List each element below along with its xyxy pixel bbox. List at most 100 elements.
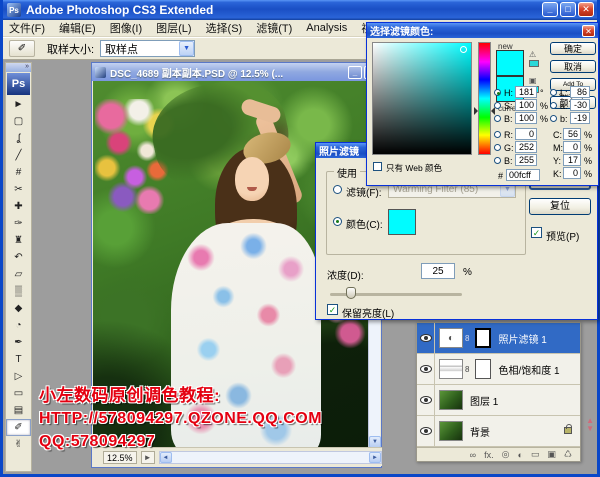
hue-marker-right[interactable]	[491, 107, 495, 115]
marquee-tool[interactable]: ▢	[6, 113, 31, 130]
gamut-warning-icon[interactable]: ⚠	[529, 51, 539, 67]
crop-tool[interactable]: #	[6, 164, 31, 181]
b2-input[interactable]: 255	[515, 154, 537, 166]
move-tool[interactable]: ►	[6, 96, 31, 113]
add-mask-icon[interactable]: ◎	[502, 449, 510, 460]
blur-tool[interactable]: ◆	[6, 300, 31, 317]
layer-style-icon[interactable]: fx.	[484, 450, 494, 460]
visibility-toggle[interactable]	[417, 354, 435, 384]
adjustment-thumbnail[interactable]	[439, 359, 463, 379]
lab-a-radio[interactable]	[550, 102, 557, 109]
b-input[interactable]: 100	[515, 112, 537, 124]
visibility-toggle[interactable]	[417, 385, 435, 415]
eraser-tool[interactable]: ▱	[6, 266, 31, 283]
layer-thumbnail[interactable]	[439, 390, 463, 410]
preserve-luminosity-checkbox[interactable]: ✓	[327, 304, 338, 315]
menu-filter[interactable]: 滤镜(T)	[256, 20, 292, 36]
red-radio[interactable]	[494, 131, 501, 138]
blue-radio[interactable]	[494, 157, 501, 164]
lab-b-input[interactable]: -19	[570, 112, 590, 124]
hand-tool[interactable]: ✌	[6, 436, 31, 453]
layer-name[interactable]: 背景	[470, 424, 490, 439]
eyedropper-preset-icon[interactable]: ✐	[9, 40, 35, 57]
delete-layer-icon[interactable]: ♺	[564, 449, 572, 460]
shape-tool[interactable]: ▭	[6, 385, 31, 402]
color-radio[interactable]	[333, 217, 342, 226]
layer-mask-thumbnail[interactable]	[475, 328, 491, 348]
menu-image[interactable]: 图像(I)	[110, 20, 142, 36]
g-input[interactable]: 252	[515, 141, 537, 153]
document-titlebar[interactable]: DSC_4689 副本副本.PSD @ 12.5% (... _ □	[92, 63, 381, 81]
saturation-radio[interactable]	[494, 102, 501, 109]
lasso-tool[interactable]: ʆ	[6, 130, 31, 147]
a-input[interactable]: -30	[570, 99, 590, 111]
saturation-brightness-field[interactable]	[372, 42, 472, 155]
reset-button[interactable]: 复位	[529, 198, 591, 215]
visibility-toggle[interactable]	[417, 323, 435, 353]
s-input[interactable]: 100	[515, 99, 537, 111]
pen-tool[interactable]: ✒	[6, 334, 31, 351]
hue-radio[interactable]	[494, 89, 501, 96]
history-brush-tool[interactable]: ↶	[6, 249, 31, 266]
menu-edit[interactable]: 编辑(E)	[59, 20, 96, 36]
menu-analysis[interactable]: Analysis	[306, 22, 347, 34]
gradient-tool[interactable]: ▒	[6, 283, 31, 300]
green-radio[interactable]	[494, 144, 501, 151]
layer-mask-thumbnail[interactable]	[475, 359, 491, 379]
only-web-colors-checkbox[interactable]	[373, 162, 382, 171]
layer-name[interactable]: 图层 1	[470, 393, 498, 408]
brightness-radio[interactable]	[494, 115, 501, 122]
layer-name[interactable]: 照片滤镜 1	[498, 331, 546, 346]
preview-checkbox[interactable]: ✓	[531, 227, 542, 238]
color-field-marker[interactable]	[460, 46, 467, 53]
y-input[interactable]: 17	[563, 154, 581, 166]
scroll-right-icon[interactable]: ►	[369, 452, 381, 463]
h-input[interactable]: 181	[515, 86, 537, 98]
adjustment-thumbnail[interactable]: ◐	[439, 328, 463, 348]
menu-select[interactable]: 选择(S)	[206, 20, 243, 36]
brush-tool[interactable]: ✑	[6, 215, 31, 232]
color-picker-titlebar[interactable]: 选择滤镜颜色: ✕	[367, 23, 598, 38]
layer-row-background[interactable]: 背景	[417, 416, 580, 447]
doc-minimize-button[interactable]: _	[348, 66, 362, 79]
new-group-icon[interactable]: ▭	[531, 449, 540, 460]
scroll-left-icon[interactable]: ◄	[160, 452, 172, 463]
hue-marker-left[interactable]	[474, 107, 478, 115]
l-input[interactable]: 86	[570, 86, 590, 98]
density-slider-thumb[interactable]	[346, 287, 356, 299]
link-layers-icon[interactable]: ∞	[470, 450, 476, 460]
minimize-button[interactable]: _	[542, 2, 558, 17]
maximize-button[interactable]: □	[560, 2, 576, 17]
cancel-button[interactable]: 取消	[550, 60, 596, 73]
layer-row-photo-filter[interactable]: ◐ 8 照片滤镜 1	[417, 323, 580, 354]
filter-radio[interactable]	[333, 185, 342, 194]
c-input[interactable]: 56	[563, 128, 581, 140]
close-icon[interactable]: ✕	[582, 25, 595, 37]
m-input[interactable]: 0	[563, 141, 581, 153]
adjustment-layer-icon[interactable]: ◐	[517, 450, 522, 460]
sample-size-select[interactable]: 取样点 ▼	[100, 40, 195, 57]
panel-scroll-arrows[interactable]: ▲▼	[586, 417, 594, 433]
visibility-toggle[interactable]	[417, 416, 435, 446]
type-tool[interactable]: T	[6, 351, 31, 368]
k-input[interactable]: 0	[563, 167, 581, 179]
layer-row-hue-saturation[interactable]: 8 色相/饱和度 1	[417, 354, 580, 385]
ok-button[interactable]: 确定	[550, 42, 596, 55]
clone-stamp-tool[interactable]: ♜	[6, 232, 31, 249]
eyedropper-tool[interactable]: ✐	[6, 419, 31, 436]
notes-tool[interactable]: ▤	[6, 402, 31, 419]
slice-tool[interactable]: ✂	[6, 181, 31, 198]
healing-brush-tool[interactable]: ✚	[6, 198, 31, 215]
path-selection-tool[interactable]: ▷	[6, 368, 31, 385]
layer-thumbnail[interactable]	[439, 421, 463, 441]
menu-file[interactable]: 文件(F)	[9, 20, 45, 36]
close-button[interactable]: ✕	[578, 2, 594, 17]
quick-selection-tool[interactable]: ╱	[6, 147, 31, 164]
filter-color-swatch[interactable]	[388, 209, 416, 235]
r-input[interactable]: 0	[515, 128, 537, 140]
layer-row-layer1[interactable]: 图层 1	[417, 385, 580, 416]
dodge-tool[interactable]: ◔	[6, 317, 31, 334]
toolbox-collapse-icon[interactable]: »	[6, 63, 31, 72]
new-layer-icon[interactable]: ▣	[547, 449, 556, 460]
hex-input[interactable]: 00fcff	[506, 169, 540, 181]
